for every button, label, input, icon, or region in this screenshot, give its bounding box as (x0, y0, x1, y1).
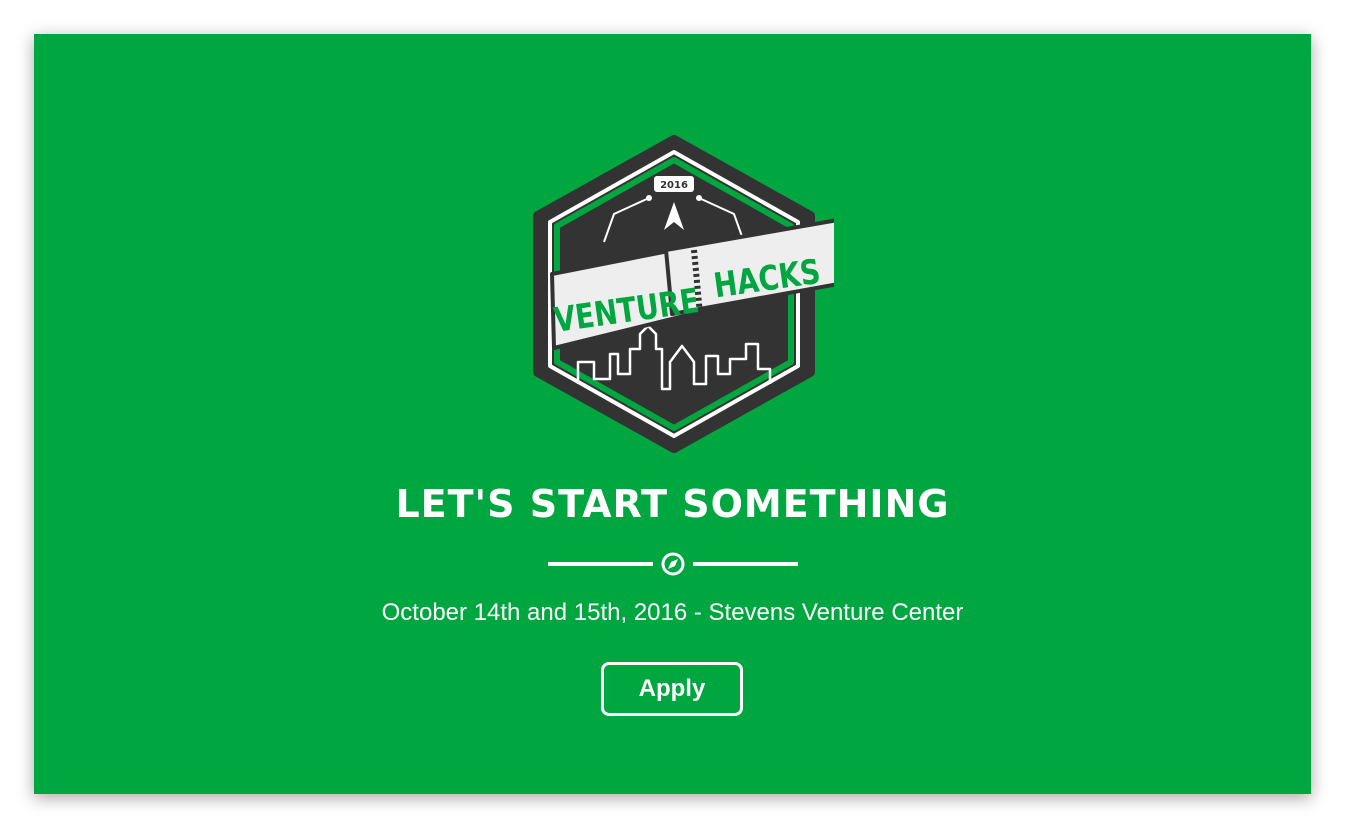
apply-button[interactable]: Apply (601, 662, 743, 716)
compass-icon (661, 552, 685, 576)
event-details: October 14th and 15th, 2016 - Stevens Ve… (381, 599, 964, 626)
hero-section: 2016 VENTURE HACKS LET'S START SOMETHING… (34, 34, 1311, 794)
title-divider (548, 552, 798, 576)
page-title: LET'S START SOMETHING (395, 482, 950, 526)
logo-year: 2016 (660, 180, 688, 191)
venture-hacks-logo: 2016 VENTURE HACKS (533, 135, 834, 453)
